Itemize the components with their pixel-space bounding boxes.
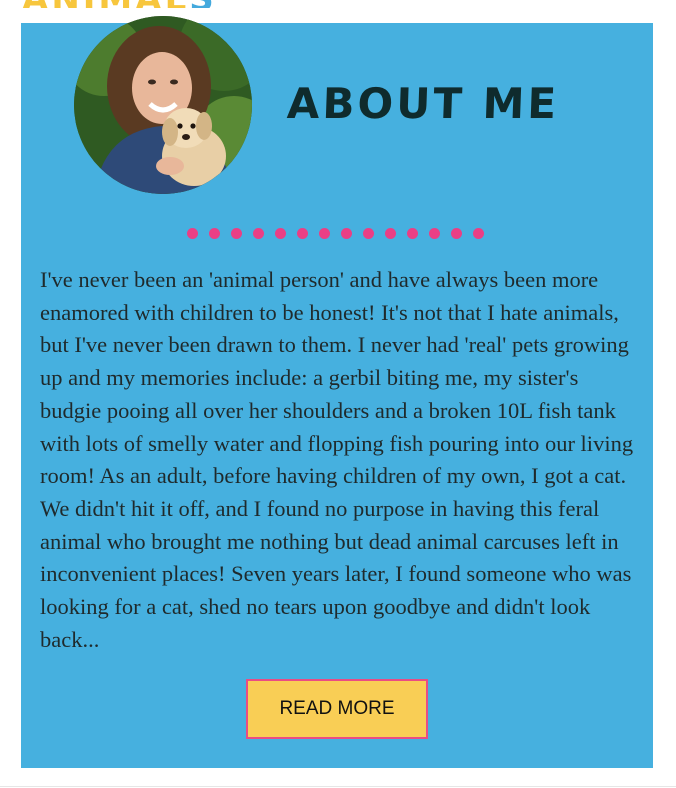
- divider-dot: [319, 228, 330, 239]
- about-paragraph: I've never been an 'animal person' and h…: [40, 267, 634, 652]
- divider-dot: [341, 228, 352, 239]
- divider-dot: [297, 228, 308, 239]
- profile-photo-icon: [74, 16, 252, 194]
- section-title: About Me: [286, 79, 560, 128]
- divider: [0, 786, 676, 787]
- divider-dot: [385, 228, 396, 239]
- divider-dot: [407, 228, 418, 239]
- divider-dot: [473, 228, 484, 239]
- divider-dot: [429, 228, 440, 239]
- site-banner: ANIMALS: [22, 0, 322, 8]
- divider-dot: [451, 228, 462, 239]
- divider-dot: [275, 228, 286, 239]
- banner-text-main: ANIMAL: [22, 0, 189, 8]
- banner-text: ANIMALS: [22, 0, 217, 8]
- divider-dot: [231, 228, 242, 239]
- divider-dot: [187, 228, 198, 239]
- profile-photo: [74, 16, 252, 194]
- banner-text-accent: S: [189, 0, 217, 8]
- about-me-card: About Me I've never been an 'animal pers…: [21, 16, 653, 768]
- divider-dot: [253, 228, 264, 239]
- divider-dot: [363, 228, 374, 239]
- read-more-button[interactable]: READ MORE: [246, 679, 428, 739]
- divider-dot: [209, 228, 220, 239]
- dotted-divider: [187, 228, 484, 239]
